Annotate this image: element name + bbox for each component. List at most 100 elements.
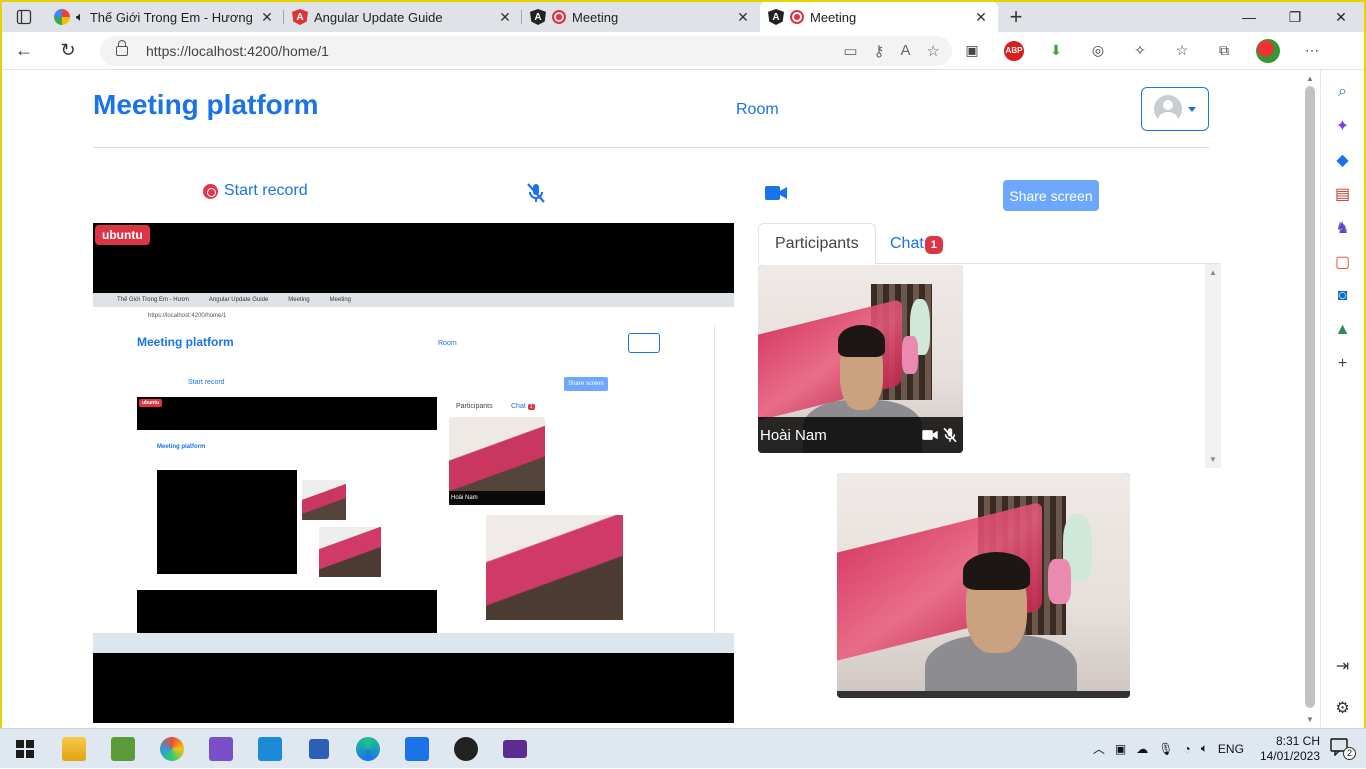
chevron-up-icon[interactable]: ︿ xyxy=(1093,740,1105,757)
visual-studio-icon xyxy=(208,736,233,761)
nav-room-link[interactable]: Room xyxy=(736,101,779,119)
notification-button[interactable]: 2 xyxy=(1330,737,1356,760)
refresh-button[interactable]: ↻ xyxy=(46,40,90,61)
toolbox-icon[interactable]: ▤ xyxy=(1333,184,1353,204)
shared-screen-content: Thế Giới Trong Em - Hươn Angular Update … xyxy=(93,293,734,653)
taskbar-vscode[interactable] xyxy=(245,729,294,769)
adblock-icon[interactable]: ABP xyxy=(1004,40,1024,61)
more-menu-icon[interactable]: ⋯ xyxy=(1302,41,1322,61)
browser-tab-angular[interactable]: A Angular Update Guide ✕ xyxy=(284,2,522,32)
taskbar-paint[interactable] xyxy=(147,729,196,769)
back-button[interactable]: ← xyxy=(2,40,46,61)
mail-icon xyxy=(404,736,429,761)
outlook-icon[interactable]: ◙ xyxy=(1333,286,1353,306)
shared-badge: ubuntu xyxy=(139,399,162,407)
avatar-icon xyxy=(1154,95,1182,123)
taskbar-file-explorer[interactable] xyxy=(49,729,98,769)
key-icon[interactable]: ⚷ xyxy=(874,42,885,60)
extension-icon[interactable]: ▣ xyxy=(962,41,982,61)
close-tab-icon[interactable]: ✕ xyxy=(734,9,752,26)
camera-tray-icon[interactable]: ▣ xyxy=(1115,742,1126,756)
clock-date: 14/01/2023 xyxy=(1259,748,1320,763)
games-icon[interactable]: ♞ xyxy=(1333,218,1353,238)
participant-name: Hoài Nam xyxy=(760,426,827,444)
participants-scrollbar[interactable]: ▲ ▼ xyxy=(1205,264,1221,468)
shared-chat-tab: Chat 1 xyxy=(511,403,535,410)
start-button[interactable] xyxy=(0,729,49,769)
language-indicator[interactable]: ENG xyxy=(1218,742,1244,756)
nested-big-tile xyxy=(319,527,381,577)
shared-url: https://localhost:4200/home/1 xyxy=(148,313,227,319)
close-tab-icon[interactable]: ✕ xyxy=(972,9,990,26)
mic-muted-icon[interactable] xyxy=(524,181,548,205)
sparkle-icon[interactable]: ✦ xyxy=(1333,116,1353,136)
angular-favicon-icon: A xyxy=(768,9,784,25)
camera-icon xyxy=(922,430,938,440)
browser-tab-meeting-active[interactable]: A Meeting ✕ xyxy=(760,2,998,32)
tag-icon[interactable]: ◆ xyxy=(1333,150,1353,170)
shared-brand: Meeting platform xyxy=(137,335,234,349)
minimize-button[interactable]: — xyxy=(1226,2,1272,32)
favorites-icon[interactable]: ☆ xyxy=(1172,41,1192,61)
side-tabs: Participants Chat 1 xyxy=(758,223,1220,265)
profile-avatar[interactable] xyxy=(1256,38,1280,63)
taskbar-visual-studio[interactable] xyxy=(196,729,245,769)
scrollbar-thumb[interactable] xyxy=(1305,86,1315,708)
user-menu-button[interactable] xyxy=(1141,87,1209,131)
office-icon[interactable]: ▢ xyxy=(1333,252,1353,272)
tab-actions-button[interactable] xyxy=(2,2,46,32)
brand-title[interactable]: Meeting platform xyxy=(93,89,319,121)
taskbar-terminal[interactable] xyxy=(490,729,539,769)
divider xyxy=(93,147,1209,148)
participant-label: Hoài Nam xyxy=(758,417,963,453)
search-icon[interactable]: ⌕ xyxy=(1333,82,1353,102)
collections-icon[interactable]: ⧉ xyxy=(1214,41,1234,61)
extension-icon[interactable]: ◎ xyxy=(1088,41,1108,61)
taskbar-github[interactable] xyxy=(441,729,490,769)
volume-icon[interactable]: 🔈︎ xyxy=(1201,741,1208,756)
gear-icon[interactable]: ⚙ xyxy=(1333,698,1353,718)
sidebar-collapse-icon[interactable]: ⇥ xyxy=(1333,656,1353,676)
tab-chat[interactable]: Chat 1 xyxy=(874,223,959,265)
clock[interactable]: 8:31 CH 14/01/2023 xyxy=(1260,734,1320,764)
shared-tab-title: Thế Giới Trong Em - Hươn xyxy=(117,297,189,303)
close-window-button[interactable]: ✕ xyxy=(1318,2,1364,32)
page-scrollbar[interactable]: ▲ ▼ xyxy=(1302,72,1318,726)
taskbar-edge[interactable] xyxy=(343,729,392,769)
close-tab-icon[interactable]: ✕ xyxy=(258,9,276,26)
tree-icon[interactable]: ▲ xyxy=(1333,320,1353,340)
tab-actions-icon xyxy=(16,9,32,25)
tab-chat-label: Chat xyxy=(890,235,924,252)
wifi-icon[interactable]: ◔ xyxy=(1183,742,1190,756)
cloud-icon[interactable]: ☁ xyxy=(1136,742,1148,756)
read-aloud-icon[interactable]: A xyxy=(901,42,911,60)
camera-icon[interactable] xyxy=(764,183,788,203)
browser-tab-music[interactable]: 🔈︎ Thế Giới Trong Em - Hương ✕ xyxy=(46,2,284,32)
extensions-puzzle-icon[interactable]: ✧ xyxy=(1130,41,1150,61)
camera-permission-icon[interactable]: ▭ xyxy=(843,42,857,60)
shared-tab-title: Angular Update Guide xyxy=(208,297,269,303)
taskbar-mail[interactable] xyxy=(392,729,441,769)
lock-icon xyxy=(116,39,128,56)
start-record-button[interactable]: Start record xyxy=(203,182,308,200)
address-bar[interactable]: https://localhost:4200/home/1 ▭ ⚷ A ☆ xyxy=(100,35,952,66)
browser-tab-meeting[interactable]: A Meeting ✕ xyxy=(522,2,760,32)
shared-participant-name: Hoài Nam xyxy=(449,491,545,505)
taskbar-word[interactable] xyxy=(294,729,343,769)
recording-icon xyxy=(552,10,566,24)
tab-participants[interactable]: Participants xyxy=(758,223,876,265)
paint-icon xyxy=(159,736,184,761)
microphone-icon[interactable]: 🎙︎ xyxy=(1158,742,1173,756)
close-tab-icon[interactable]: ✕ xyxy=(496,9,514,26)
restore-button[interactable]: ❐ xyxy=(1272,2,1318,32)
new-tab-button[interactable]: + xyxy=(998,2,1034,32)
participant-tile[interactable]: Hoài Nam xyxy=(758,265,963,453)
start-record-label: Start record xyxy=(224,182,308,199)
angular-favicon-icon: A xyxy=(530,9,546,25)
system-tray: ︿ ▣ ☁ 🎙︎ ◔ 🔈︎ ENG 8:31 CH 14/01/2023 2 xyxy=(1093,734,1356,764)
taskbar-notepad[interactable] xyxy=(98,729,147,769)
share-screen-button[interactable]: Share screen xyxy=(1003,180,1099,211)
add-icon[interactable]: + xyxy=(1333,354,1353,374)
add-favorite-icon[interactable]: ☆ xyxy=(927,42,940,60)
download-extension-icon[interactable]: ⬇ xyxy=(1046,41,1066,61)
